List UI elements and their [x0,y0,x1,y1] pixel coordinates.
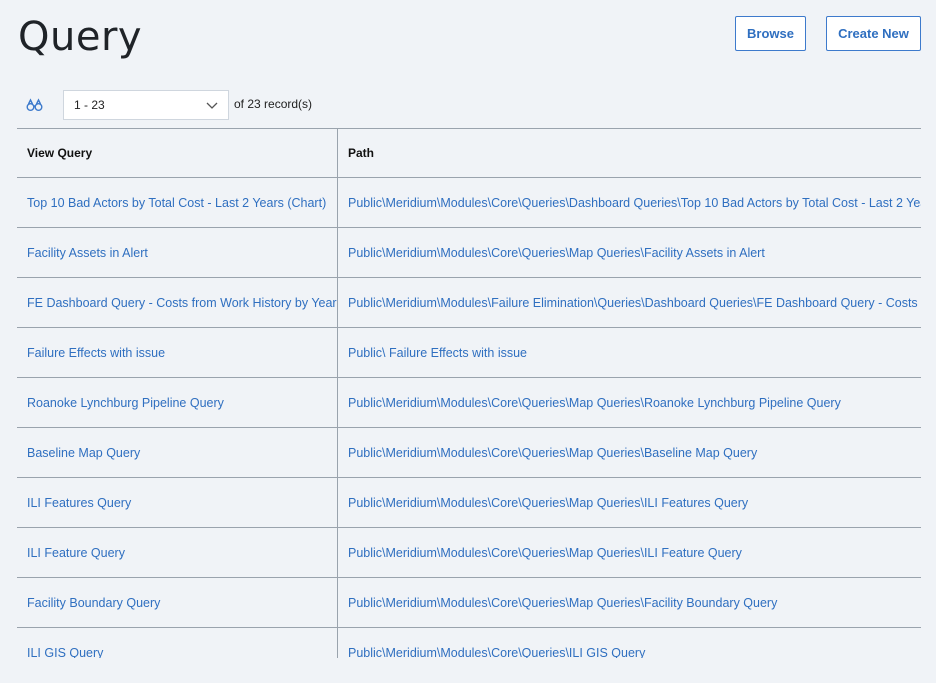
query-path-link[interactable]: Public\Meridium\Modules\Core\Queries\Map… [338,428,921,477]
query-name-link[interactable]: Facility Assets in Alert [17,228,337,277]
browse-button[interactable]: Browse [735,16,806,51]
table-row[interactable]: ILI GIS Query Public\Meridium\Modules\Cor… [17,628,921,659]
column-header-view-query[interactable]: View Query [17,129,337,177]
query-path-link[interactable]: Public\ Failure Effects with issue [338,328,921,377]
query-path-link[interactable]: Public\Meridium\Modules\Core\Queries\Das… [338,178,921,227]
page-range-value: 1 - 23 [74,98,105,112]
query-path-link[interactable]: Public\Meridium\Modules\Core\Queries\ILI… [338,628,921,659]
table-row[interactable]: Facility Boundary Query Public\Meridium\M… [17,578,921,628]
pager-toolbar: 1 - 23 of 23 record(s) [26,90,312,120]
page-title: Query [18,14,143,60]
query-name-link[interactable]: Top 10 Bad Actors by Total Cost - Last 2… [17,178,337,227]
table-row[interactable]: ILI Feature Query Public\Meridium\Modules… [17,528,921,578]
query-name-link[interactable]: ILI Feature Query [17,528,337,577]
query-path-link[interactable]: Public\Meridium\Modules\Core\Queries\Map… [338,378,921,427]
query-path-link[interactable]: Public\Meridium\Modules\Failure Eliminat… [338,278,921,327]
chevron-down-icon [205,98,219,112]
query-path-link[interactable]: Public\Meridium\Modules\Core\Queries\Map… [338,528,921,577]
query-table: View Query Path Top 10 Bad Actors by Tot… [17,128,921,658]
table-row[interactable]: ILI Features Query Public\Meridium\Module… [17,478,921,528]
query-name-link[interactable]: ILI GIS Query [17,628,337,659]
query-name-link[interactable]: Facility Boundary Query [17,578,337,627]
query-name-link[interactable]: FE Dashboard Query - Costs from Work His… [17,278,337,327]
record-count: of 23 record(s) [234,97,313,111]
query-name-link[interactable]: Roanoke Lynchburg Pipeline Query [17,378,337,427]
table-row[interactable]: Roanoke Lynchburg Pipeline Query Public\M… [17,378,921,428]
table-header: View Query Path [17,128,921,178]
table-row[interactable]: FE Dashboard Query - Costs from Work His… [17,278,921,328]
create-new-button[interactable]: Create New [826,16,921,51]
page-range-select[interactable]: 1 - 23 [63,90,229,120]
column-divider [337,128,338,658]
binoculars-icon[interactable] [26,96,44,114]
table-row[interactable]: Failure Effects with issue Public\ Failur… [17,328,921,378]
table-row[interactable]: Facility Assets in Alert Public\Meridium\… [17,228,921,278]
query-name-link[interactable]: ILI Features Query [17,478,337,527]
query-name-link[interactable]: Baseline Map Query [17,428,337,477]
table-row[interactable]: Baseline Map Query Public\Meridium\Module… [17,428,921,478]
table-body: Top 10 Bad Actors by Total Cost - Last 2… [17,178,921,658]
query-path-link[interactable]: Public\Meridium\Modules\Core\Queries\Map… [338,228,921,277]
query-name-link[interactable]: Failure Effects with issue [17,328,337,377]
column-header-path[interactable]: Path [338,129,921,177]
query-path-link[interactable]: Public\Meridium\Modules\Core\Queries\Map… [338,478,921,527]
query-path-link[interactable]: Public\Meridium\Modules\Core\Queries\Map… [338,578,921,627]
table-row[interactable]: Top 10 Bad Actors by Total Cost - Last 2… [17,178,921,228]
